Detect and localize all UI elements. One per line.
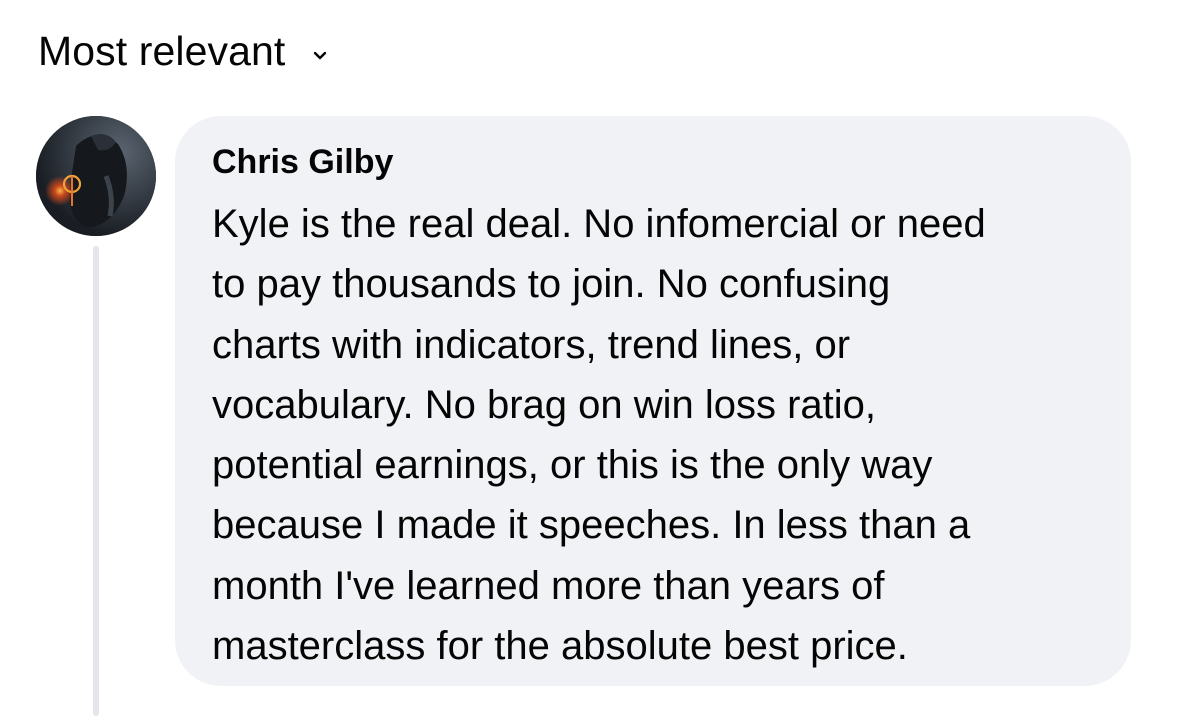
avatar-image <box>36 116 156 236</box>
chevron-down-icon <box>313 48 327 60</box>
comment-text-line: month I've learned more than years of <box>212 563 885 608</box>
comment-text-line: masterclass for the absolute best price. <box>212 624 908 669</box>
comment-bubble: Chris Gilby Kyle is the real deal. No in… <box>175 116 1131 686</box>
comment-text-line: Kyle is the real deal. No infomercial or… <box>212 202 986 246</box>
comment-text-line: vocabulary. No brag on win loss ratio, <box>212 382 877 427</box>
sort-dropdown[interactable]: Most relevant <box>38 26 327 76</box>
comment-text-line: charts with indicators, trend lines, or <box>212 322 851 367</box>
comment-text-line: to pay thousands to join. No confusing <box>212 262 891 307</box>
comment-text-line: because I made it speeches. In less than… <box>212 503 971 548</box>
comment-text-line: potential earnings, or this is the only … <box>212 443 933 488</box>
comment-author[interactable]: Chris Gilby <box>212 140 1095 184</box>
sort-label: Most relevant <box>38 28 286 74</box>
thread-line <box>93 246 99 716</box>
comment-text: Kyle is the real deal. No infomercial or… <box>212 194 1095 676</box>
avatar[interactable] <box>36 116 156 236</box>
